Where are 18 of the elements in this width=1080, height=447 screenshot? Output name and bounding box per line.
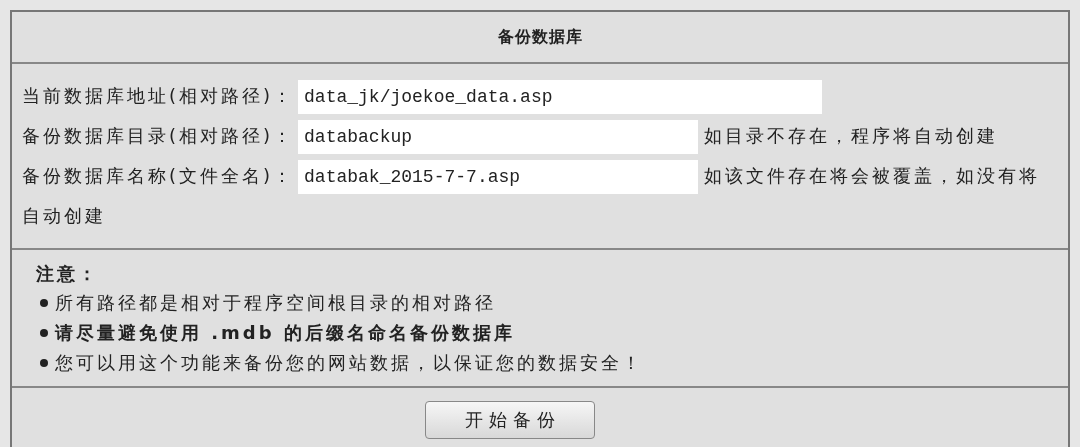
- bullet-icon: [40, 329, 48, 337]
- notes-heading: 注意：: [36, 262, 100, 286]
- start-backup-button[interactable]: 开 始 备 份: [425, 400, 595, 439]
- hint-text: 自动创建: [22, 204, 106, 228]
- note-text: 您可以用这个功能来备份您的网站数据，以保证您的数据安全！: [55, 351, 643, 375]
- field-label: 备份数据库名称(文件全名)：: [22, 165, 295, 186]
- note-text: 所有路径都是相对于程序空间根目录的相对路径: [55, 291, 496, 315]
- hint-text: 如该文件存在将会被覆盖，如没有将: [704, 165, 1041, 186]
- note-text: 请尽量避免使用 .mdb 的后缀名命名备份数据库: [55, 321, 515, 345]
- bullet-icon: [40, 359, 48, 367]
- hint-text: 如目录不存在，程序将自动创建: [704, 125, 999, 146]
- panel-title: 备份数据库: [497, 26, 583, 48]
- input-field[interactable]: databak_2015-7-7.asp: [298, 160, 699, 194]
- input-field[interactable]: databackup: [298, 120, 699, 154]
- field-label: 当前数据库地址(相对路径)：: [22, 85, 295, 106]
- field-label: 备份数据库目录(相对路径)：: [22, 125, 295, 146]
- bullet-icon: [40, 299, 48, 307]
- input-field[interactable]: data_jk/joekoe_data.asp: [298, 80, 823, 114]
